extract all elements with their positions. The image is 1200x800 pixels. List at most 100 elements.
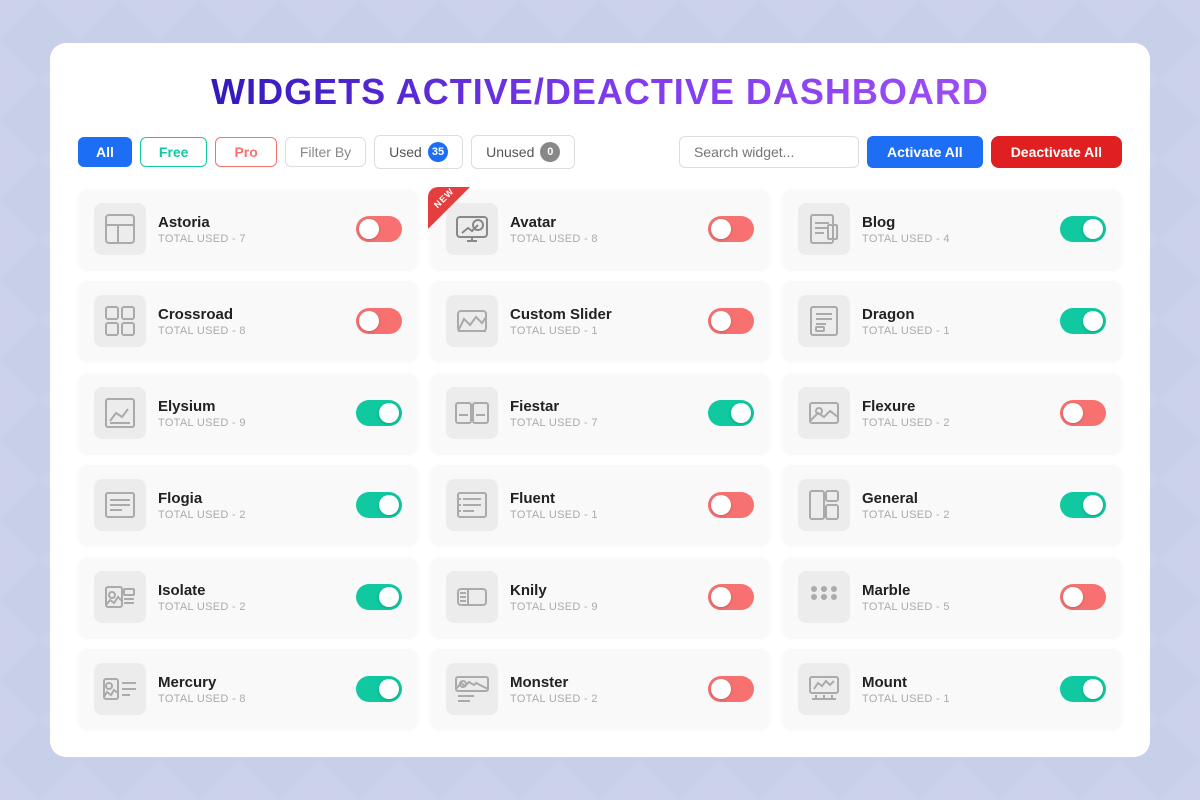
widget-icon (798, 571, 850, 623)
widget-info: Mount TOTAL USED - 1 (862, 674, 1048, 705)
unused-filter-button[interactable]: Unused 0 (471, 135, 575, 169)
widget-info: Dragon TOTAL USED - 1 (862, 306, 1048, 337)
widget-card: Flexure TOTAL USED - 2 (782, 373, 1122, 453)
free-button[interactable]: Free (140, 137, 208, 167)
widget-info: General TOTAL USED - 2 (862, 490, 1048, 521)
widget-toggle[interactable] (708, 584, 754, 610)
widget-toggle[interactable] (1060, 492, 1106, 518)
widget-icon (94, 663, 146, 715)
used-filter-button[interactable]: Used 35 (374, 135, 463, 169)
widget-card: Mount TOTAL USED - 1 (782, 649, 1122, 729)
widget-icon (94, 387, 146, 439)
widget-used-count: TOTAL USED - 1 (510, 325, 696, 337)
widget-info: Fiestar TOTAL USED - 7 (510, 398, 696, 429)
widget-icon (446, 479, 498, 531)
widget-used-count: TOTAL USED - 9 (158, 417, 344, 429)
widget-card: Isolate TOTAL USED - 2 (78, 557, 418, 637)
toggle-slider (1060, 584, 1106, 610)
widget-name: Monster (510, 674, 696, 691)
widget-toggle[interactable] (356, 308, 402, 334)
widget-card: Fluent TOTAL USED - 1 (430, 465, 770, 545)
toggle-slider (708, 676, 754, 702)
widget-used-count: TOTAL USED - 1 (862, 325, 1048, 337)
widget-icon (798, 295, 850, 347)
widget-toggle[interactable] (1060, 400, 1106, 426)
widget-toggle[interactable] (1060, 216, 1106, 242)
widget-toggle[interactable] (1060, 676, 1106, 702)
widget-name: Fluent (510, 490, 696, 507)
widget-info: Astoria TOTAL USED - 7 (158, 214, 344, 245)
widget-used-count: TOTAL USED - 9 (510, 601, 696, 613)
filter-button[interactable]: Filter By (285, 137, 366, 167)
widget-toggle[interactable] (356, 492, 402, 518)
widget-toggle[interactable] (1060, 308, 1106, 334)
widget-toggle[interactable] (356, 216, 402, 242)
widget-icon (446, 387, 498, 439)
widget-info: Fluent TOTAL USED - 1 (510, 490, 696, 521)
toggle-slider (356, 216, 402, 242)
deactivate-all-button[interactable]: Deactivate All (991, 136, 1122, 168)
unused-label: Unused (486, 144, 534, 160)
widget-info: Flogia TOTAL USED - 2 (158, 490, 344, 521)
widget-used-count: TOTAL USED - 1 (510, 509, 696, 521)
widget-card: Fiestar TOTAL USED - 7 (430, 373, 770, 453)
widget-toggle[interactable] (708, 492, 754, 518)
toggle-slider (356, 492, 402, 518)
widget-card: Astoria TOTAL USED - 7 (78, 189, 418, 269)
widget-card: Elysium TOTAL USED - 9 (78, 373, 418, 453)
search-input[interactable] (679, 136, 859, 168)
widget-used-count: TOTAL USED - 7 (158, 233, 344, 245)
widget-name: Custom Slider (510, 306, 696, 323)
widget-icon (798, 387, 850, 439)
widget-toggle[interactable] (708, 400, 754, 426)
widget-info: Avatar TOTAL USED - 8 (510, 214, 696, 245)
widget-used-count: TOTAL USED - 4 (862, 233, 1048, 245)
widget-toggle[interactable] (708, 308, 754, 334)
toggle-slider (708, 308, 754, 334)
toolbar: All Free Pro Filter By Used 35 Unused 0 … (78, 135, 1122, 169)
widget-name: Blog (862, 214, 1048, 231)
toggle-slider (708, 492, 754, 518)
widget-info: Custom Slider TOTAL USED - 1 (510, 306, 696, 337)
page-title: WIDGETS ACTIVE/DEACTIVE DASHBOARD (78, 71, 1122, 113)
widget-name: Isolate (158, 582, 344, 599)
widget-icon (94, 295, 146, 347)
widget-toggle[interactable] (356, 584, 402, 610)
widget-name: General (862, 490, 1048, 507)
widget-used-count: TOTAL USED - 2 (510, 693, 696, 705)
widget-used-count: TOTAL USED - 1 (862, 693, 1048, 705)
widget-card: General TOTAL USED - 2 (782, 465, 1122, 545)
widget-card: Knily TOTAL USED - 9 (430, 557, 770, 637)
widget-used-count: TOTAL USED - 2 (158, 509, 344, 521)
widget-toggle[interactable] (708, 216, 754, 242)
widget-info: Isolate TOTAL USED - 2 (158, 582, 344, 613)
widget-card: Flogia TOTAL USED - 2 (78, 465, 418, 545)
widget-toggle[interactable] (356, 676, 402, 702)
widget-name: Fiestar (510, 398, 696, 415)
toggle-slider (708, 400, 754, 426)
toggle-slider (1060, 492, 1106, 518)
widget-info: Monster TOTAL USED - 2 (510, 674, 696, 705)
toggle-slider (1060, 400, 1106, 426)
widget-used-count: TOTAL USED - 2 (862, 509, 1048, 521)
toggle-slider (356, 584, 402, 610)
activate-all-button[interactable]: Activate All (867, 136, 983, 168)
widget-toggle[interactable] (1060, 584, 1106, 610)
widget-icon (94, 203, 146, 255)
widget-name: Flogia (158, 490, 344, 507)
unused-count-badge: 0 (540, 142, 560, 162)
main-container: WIDGETS ACTIVE/DEACTIVE DASHBOARD All Fr… (50, 43, 1150, 757)
widget-used-count: TOTAL USED - 2 (158, 601, 344, 613)
widget-card: Blog TOTAL USED - 4 (782, 189, 1122, 269)
pro-button[interactable]: Pro (215, 137, 276, 167)
widget-used-count: TOTAL USED - 8 (158, 693, 344, 705)
toggle-slider (1060, 216, 1106, 242)
widget-info: Mercury TOTAL USED - 8 (158, 674, 344, 705)
widget-toggle[interactable] (356, 400, 402, 426)
widget-icon (798, 479, 850, 531)
widget-name: Mount (862, 674, 1048, 691)
all-button[interactable]: All (78, 137, 132, 167)
toggle-slider (356, 676, 402, 702)
widget-icon (446, 571, 498, 623)
widget-toggle[interactable] (708, 676, 754, 702)
